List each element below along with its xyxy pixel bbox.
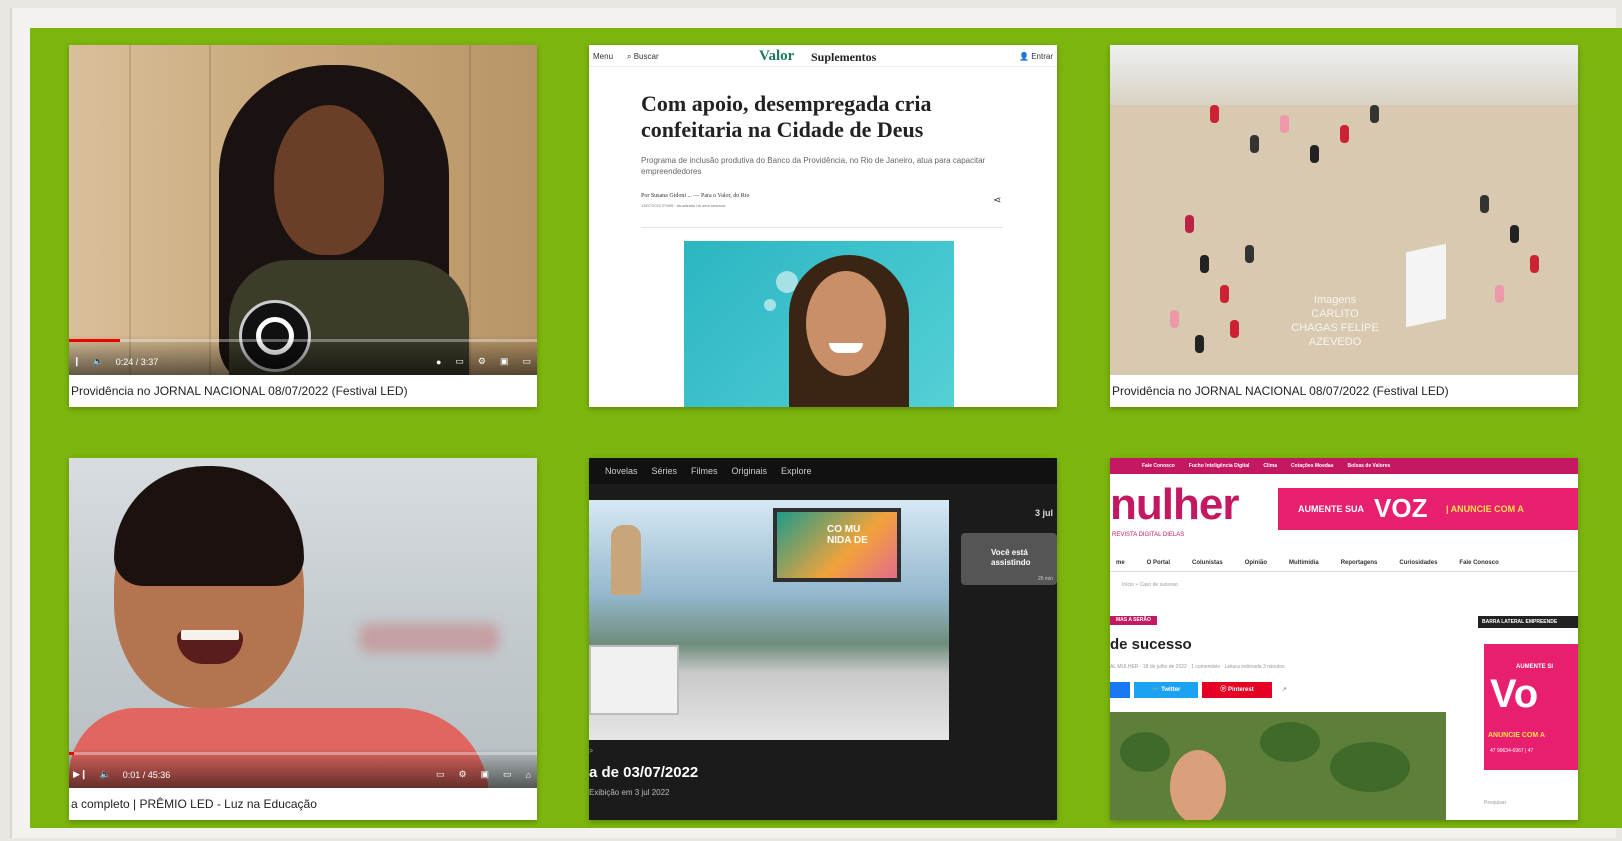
- settings-icon[interactable]: ⚙: [478, 356, 486, 367]
- play-icon[interactable]: ❙: [73, 356, 81, 367]
- menu-item[interactable]: Reportagens: [1341, 560, 1378, 566]
- facebook-share-button[interactable]: [1110, 682, 1130, 698]
- topbar-link[interactable]: Clima: [1263, 463, 1277, 469]
- time-display: 0:24 / 3:37: [115, 356, 159, 367]
- sidebar-label: BARRA LATERAL EMPREENDE: [1478, 616, 1578, 628]
- video-frame[interactable]: Imagens CARLITO CHAGAS FELIPE AZEVEDO: [1110, 45, 1578, 375]
- share-icon[interactable]: ⋖: [993, 195, 1001, 206]
- menu-item[interactable]: Fale Conosco: [1459, 560, 1498, 566]
- progress-bar[interactable]: [69, 339, 537, 342]
- article-byline: Por Susana Gidoni ... — Para o Valor, do…: [641, 193, 750, 199]
- theater-icon[interactable]: ▭: [522, 356, 531, 367]
- play-icon[interactable]: ▶❙: [73, 769, 87, 780]
- event-photo: Imagens CARLITO CHAGAS FELIPE AZEVEDO: [1110, 45, 1578, 375]
- article-date: 13/07/2022 07h05 · Atualizado há uma sem…: [641, 203, 726, 208]
- video-controls[interactable]: ❙ 🔈 0:24 / 3:37 ● ▭ ⚙ ▣ ▭: [69, 335, 537, 375]
- share-buttons: 🐦 Twitter ⓟ Pinterest ↗: [1110, 682, 1293, 698]
- menu-item[interactable]: O Portal: [1147, 560, 1170, 566]
- ad-banner[interactable]: AUMENTE SUA VOZ | ANUNCIE COM A: [1278, 488, 1578, 530]
- menu-item[interactable]: me: [1116, 560, 1125, 566]
- video-card-premio-led[interactable]: ▶❙ 🔈 0:01 / 45:36 ▭ ⚙ ▣ ▭ ⌂ a completo |…: [69, 458, 537, 820]
- article-card-valor[interactable]: Menu ⌕ Buscar Valor Suplementos 👤 Entrar…: [589, 45, 1057, 407]
- article-photo: [1110, 712, 1446, 820]
- menu-item[interactable]: Curiosidades: [1399, 560, 1437, 566]
- magazine-topbar: Fale Conosco Fucho Inteligência Digital …: [1110, 458, 1578, 474]
- video-card-jornal-nacional[interactable]: ❙ 🔈 0:24 / 3:37 ● ▭ ⚙ ▣ ▭ Providência no…: [69, 45, 537, 407]
- magazine-card-mulher[interactable]: Fale Conosco Fucho Inteligência Digital …: [1110, 458, 1578, 820]
- presenter: [611, 525, 641, 595]
- pinterest-share-button[interactable]: ⓟ Pinterest: [1202, 682, 1272, 698]
- episode-airdate: Exibição em 3 jul 2022: [589, 788, 670, 797]
- sidebar-ad[interactable]: AUMENTE SI Vo ANUNCIE COM A 47 99634-696…: [1484, 644, 1578, 770]
- autoplay-icon[interactable]: ●: [436, 357, 441, 367]
- category-badge[interactable]: MAS A SERÃO: [1110, 616, 1157, 625]
- breadcrumb: Início » Caso de sucesso: [1122, 582, 1178, 588]
- video-controls[interactable]: ▶❙ 🔈 0:01 / 45:36 ▭ ⚙ ▣ ▭ ⌂: [69, 748, 537, 788]
- image-credit: Imagens CARLITO CHAGAS FELIPE AZEVEDO: [1291, 294, 1379, 348]
- video-player[interactable]: CO MU NIDA DE: [589, 500, 949, 740]
- more-share-icon[interactable]: ↗: [1275, 682, 1293, 698]
- streaming-nav: Novelas Séries Filmes Originais Explore: [589, 458, 1057, 484]
- video-frame[interactable]: ❙ 🔈 0:24 / 3:37 ● ▭ ⚙ ▣ ▭: [69, 45, 537, 375]
- topbar-link[interactable]: Cotações Moedas: [1291, 463, 1334, 469]
- nav-item[interactable]: Explore: [781, 466, 812, 476]
- subtitles-icon[interactable]: ▭: [436, 769, 445, 780]
- episode-title: a de 03/07/2022: [589, 764, 699, 781]
- settings-icon[interactable]: ⚙: [458, 769, 466, 780]
- section-title[interactable]: Suplementos: [811, 50, 876, 65]
- topbar-link[interactable]: Fucho Inteligência Digital: [1189, 463, 1250, 469]
- video-caption: Providência no JORNAL NACIONAL 08/07/202…: [69, 375, 537, 407]
- article-subhead: Programa de inclusão produtiva do Banco …: [641, 156, 986, 176]
- episode-thumbnail[interactable]: Você está assistindo 26 min: [961, 533, 1057, 585]
- breadcrumb: >: [589, 748, 594, 755]
- subtitles-icon[interactable]: ▭: [455, 356, 464, 367]
- time-display: 0:01 / 45:36: [122, 769, 171, 780]
- nav-item[interactable]: Novelas: [605, 466, 638, 476]
- menu-item[interactable]: Opinião: [1245, 560, 1267, 566]
- article-headline: Com apoio, desempregada cria confeitaria…: [641, 91, 932, 142]
- news-desk: [589, 645, 679, 715]
- video-caption: Providência no JORNAL NACIONAL 08/07/202…: [1110, 375, 1578, 407]
- magazine-logo[interactable]: nulher: [1110, 480, 1239, 530]
- video-thumbnail: [69, 458, 537, 788]
- magazine-menu: me O Portal Colunistas Opinião Multimídi…: [1110, 554, 1578, 572]
- nav-item[interactable]: Filmes: [691, 466, 718, 476]
- topbar-link[interactable]: Bolsas de Valores: [1348, 463, 1391, 469]
- article-photo: [684, 241, 954, 407]
- theater-icon[interactable]: ▭: [503, 769, 512, 780]
- volume-icon[interactable]: 🔈: [99, 769, 110, 780]
- menu-item[interactable]: Multimídia: [1289, 560, 1319, 566]
- video-caption: a completo | PRÊMIO LED - Luz na Educaçã…: [69, 788, 537, 820]
- menu-button[interactable]: Menu: [593, 52, 613, 61]
- nav-item[interactable]: Séries: [652, 466, 678, 476]
- magazine-tagline: REVISTA DIGITAL DIELAS: [1112, 532, 1185, 538]
- site-header: Menu ⌕ Buscar Valor Suplementos 👤 Entrar: [589, 45, 1057, 67]
- video-thumbnail: [69, 45, 537, 375]
- site-logo[interactable]: Valor: [759, 48, 794, 65]
- nav-item[interactable]: Originais: [732, 466, 768, 476]
- twitter-share-button[interactable]: 🐦 Twitter: [1134, 682, 1199, 698]
- volume-icon[interactable]: 🔈: [93, 356, 104, 367]
- progress-bar[interactable]: [69, 752, 537, 755]
- login-button[interactable]: 👤 Entrar: [1019, 52, 1053, 61]
- studio-screen: CO MU NIDA DE: [773, 508, 901, 582]
- video-card-festival[interactable]: Imagens CARLITO CHAGAS FELIPE AZEVEDO Pr…: [1110, 45, 1578, 407]
- streaming-page: Novelas Séries Filmes Originais Explore …: [589, 458, 1057, 820]
- cast-icon[interactable]: ⌂: [526, 770, 531, 780]
- streaming-card-globoplay[interactable]: Novelas Séries Filmes Originais Explore …: [589, 458, 1057, 820]
- topbar-link[interactable]: Fale Conosco: [1142, 463, 1175, 469]
- search-button[interactable]: ⌕ Buscar: [627, 52, 659, 62]
- article-meta: AL MULHER · 18 de julho de 2022 · 1 come…: [1110, 664, 1285, 670]
- article-title: de sucesso: [1110, 636, 1192, 653]
- menu-item[interactable]: Colunistas: [1192, 560, 1223, 566]
- miniplayer-icon[interactable]: ▣: [500, 356, 509, 367]
- episode-date: 3 jul: [1035, 508, 1054, 518]
- search-label: Pesquisar: [1484, 800, 1507, 806]
- divider: [641, 227, 1003, 228]
- miniplayer-icon[interactable]: ▣: [481, 769, 490, 780]
- video-frame[interactable]: ▶❙ 🔈 0:01 / 45:36 ▭ ⚙ ▣ ▭ ⌂: [69, 458, 537, 788]
